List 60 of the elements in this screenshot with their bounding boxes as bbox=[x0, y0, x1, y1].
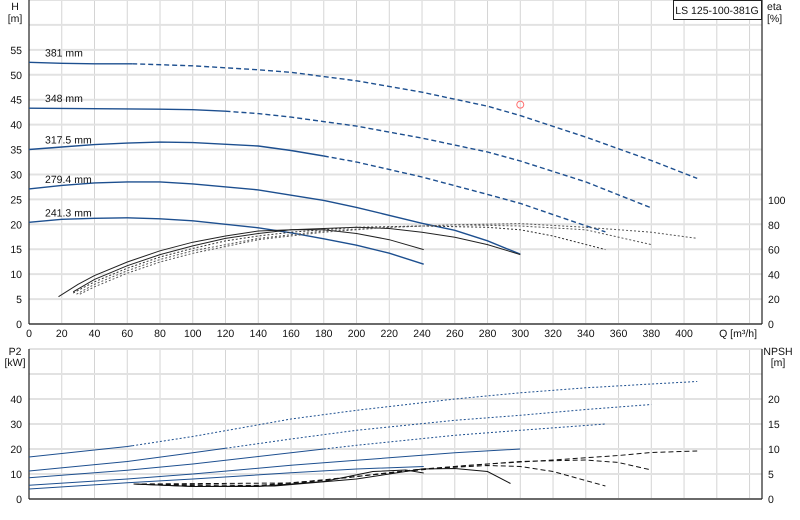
axis-tick-label: 340 bbox=[577, 328, 595, 340]
axis-tick-label: 280 bbox=[478, 328, 496, 340]
axis-tick-label: 20 bbox=[10, 444, 22, 456]
curve-label: 279.4 mm bbox=[45, 174, 92, 186]
axis-label: Q [m³/h] bbox=[719, 328, 757, 340]
axis-tick-label: 10 bbox=[10, 269, 22, 282]
axis-tick-label: 20 bbox=[768, 294, 780, 306]
axis-tick-label: 100 bbox=[768, 195, 786, 207]
axis-tick-label: 0 bbox=[16, 494, 22, 506]
curve-label: 317.5 mm bbox=[45, 134, 92, 147]
curve-label: 241.3 mm bbox=[45, 207, 92, 220]
axis-tick-label: 10 bbox=[768, 444, 780, 456]
axis-tick-label: 40 bbox=[768, 269, 780, 282]
axis-tick-label: 5 bbox=[16, 294, 22, 306]
axis-tick-label: 40 bbox=[10, 394, 22, 406]
axis-tick-label: 20 bbox=[10, 219, 22, 232]
axis-tick-label: 10 bbox=[10, 469, 22, 481]
axis-tick-label: 160 bbox=[282, 328, 300, 340]
axis-tick-label: 35 bbox=[10, 144, 22, 157]
axis-label: NPSH [m] bbox=[763, 346, 793, 369]
axis-tick-label: 5 bbox=[768, 469, 774, 481]
axis-tick-label: 120 bbox=[216, 328, 234, 340]
axis-tick-label: 40 bbox=[88, 328, 100, 340]
axis-tick-label: 30 bbox=[10, 169, 22, 182]
axis-tick-label: 25 bbox=[10, 194, 22, 206]
axis-tick-label: 220 bbox=[380, 328, 398, 340]
axis-tick-label: 0 bbox=[26, 328, 32, 340]
axis-tick-label: 60 bbox=[121, 328, 134, 340]
axis-tick-label: 400 bbox=[675, 328, 693, 340]
axis-tick-label: 140 bbox=[250, 328, 268, 340]
axis-tick-label: 20 bbox=[768, 394, 780, 406]
axis-label: H [m] bbox=[8, 1, 22, 25]
curve-label: 381 mm bbox=[45, 47, 83, 60]
axis-tick-label: 55 bbox=[10, 44, 22, 57]
axis-tick-label: 60 bbox=[768, 244, 780, 257]
axis-tick-label: 320 bbox=[544, 328, 562, 340]
axis-tick-label: 15 bbox=[10, 244, 22, 256]
axis-tick-label: 380 bbox=[642, 328, 660, 340]
axis-tick-label: 100 bbox=[184, 328, 202, 340]
axis-tick-label: 180 bbox=[315, 328, 333, 340]
axis-tick-label: 80 bbox=[154, 328, 166, 340]
axis-tick-label: 40 bbox=[10, 120, 22, 132]
axis-label: P2 [kW] bbox=[4, 346, 26, 369]
model-label: LS 125-100-381G bbox=[673, 0, 762, 20]
axis-tick-label: 300 bbox=[512, 328, 530, 340]
axis-label: eta [%] bbox=[767, 1, 782, 25]
axis-tick-label: 200 bbox=[348, 328, 366, 340]
axis-tick-label: 0 bbox=[16, 319, 22, 331]
axis-tick-label: 45 bbox=[10, 94, 22, 107]
axis-tick-label: 0 bbox=[768, 494, 774, 506]
axis-tick-label: 20 bbox=[56, 328, 68, 340]
curve-label: 348 mm bbox=[45, 93, 83, 106]
axis-tick-label: 0 bbox=[768, 319, 774, 331]
axis-tick-label: 240 bbox=[413, 328, 431, 340]
axis-tick-label: 260 bbox=[446, 328, 464, 340]
axis-tick-label: 15 bbox=[768, 419, 780, 431]
axis-tick-label: 360 bbox=[610, 328, 628, 340]
axis-tick-label: 30 bbox=[10, 419, 22, 431]
axis-tick-label: 50 bbox=[10, 70, 22, 82]
axis-tick-label: 80 bbox=[768, 220, 780, 232]
